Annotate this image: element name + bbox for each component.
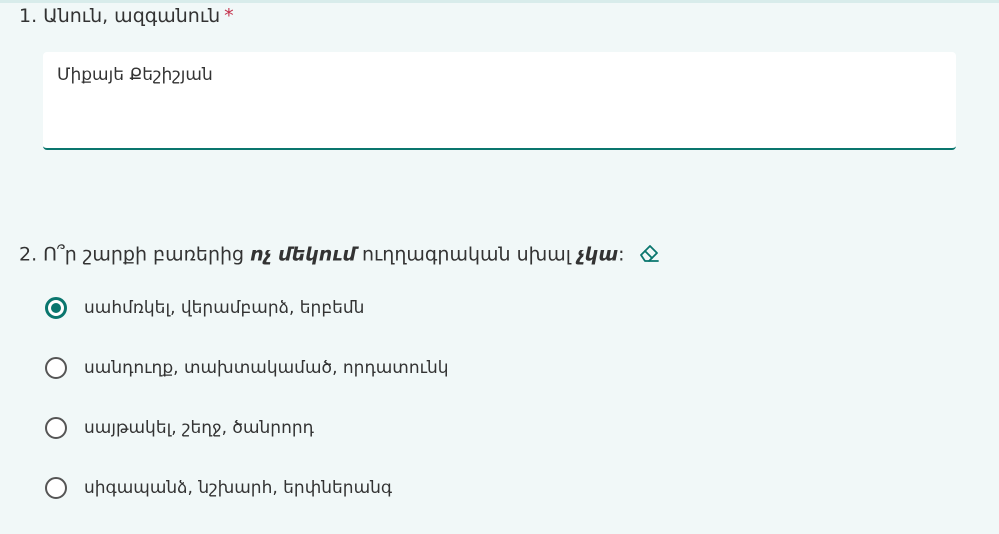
option-1[interactable]: սահմռկել, վերամբարձ, երբեմն <box>45 293 364 323</box>
eraser-icon[interactable] <box>636 240 662 266</box>
option-1-label: սահմռկել, վերամբարձ, երբեմն <box>84 298 365 318</box>
question-2-title-prefix: 2. Ո՞ր շարքի բառերից <box>19 243 251 266</box>
question-2: 2. Ո՞ր շարքի բառերից ոչ մեկում ուղղագրակ… <box>19 242 979 268</box>
question-1-title-text: 1. Անուն, ազգանուն <box>19 5 221 27</box>
top-border <box>0 0 999 3</box>
required-star: * <box>224 5 234 27</box>
question-2-title-middle: ուղղագրական սխալ <box>355 243 577 266</box>
question-2-emphasis-none: ոչ մեկում <box>250 243 356 266</box>
question-2-title-suffix: : <box>618 243 625 266</box>
option-2[interactable]: սանդուղք, տախտակամած, որդատունկ <box>45 353 449 383</box>
option-3-label: սայթակել, շեղջ, ծանրորդ <box>84 418 314 438</box>
name-answer-value: Միքայե Քեշիշյան <box>57 65 213 85</box>
name-answer-field[interactable]: Միքայե Քեշիշյան <box>43 52 956 150</box>
radio-option-2[interactable] <box>45 357 67 379</box>
question-2-emphasis-no: չկա <box>576 243 619 266</box>
radio-option-1-selected[interactable] <box>45 297 67 319</box>
option-4-label: սիգապանձ, նշխարհ, երփներանգ <box>84 478 393 498</box>
question-2-title: 2. Ո՞ր շարքի բառերից ոչ մեկում ուղղագրակ… <box>19 242 979 268</box>
radio-option-3[interactable] <box>45 417 67 439</box>
option-2-label: սանդուղք, տախտակամած, որդատունկ <box>84 358 449 378</box>
question-1-title: 1. Անուն, ազգանուն * <box>19 4 979 28</box>
option-3[interactable]: սայթակել, շեղջ, ծանրորդ <box>45 413 314 443</box>
radio-option-4[interactable] <box>45 477 67 499</box>
question-1: 1. Անուն, ազգանուն * <box>19 4 979 28</box>
option-4[interactable]: սիգապանձ, նշխարհ, երփներանգ <box>45 473 392 503</box>
